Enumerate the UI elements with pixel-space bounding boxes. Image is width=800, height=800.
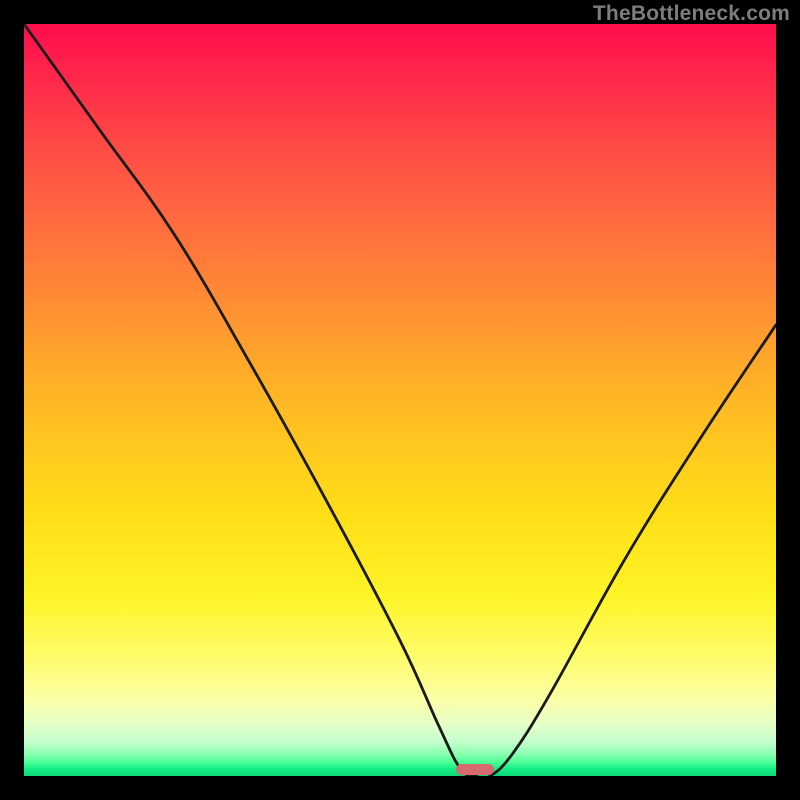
plot-area bbox=[24, 24, 776, 776]
watermark-text: TheBottleneck.com bbox=[593, 2, 790, 26]
chart-frame: TheBottleneck.com bbox=[0, 0, 800, 800]
bottleneck-curve bbox=[24, 24, 776, 776]
optimal-marker bbox=[456, 764, 494, 775]
